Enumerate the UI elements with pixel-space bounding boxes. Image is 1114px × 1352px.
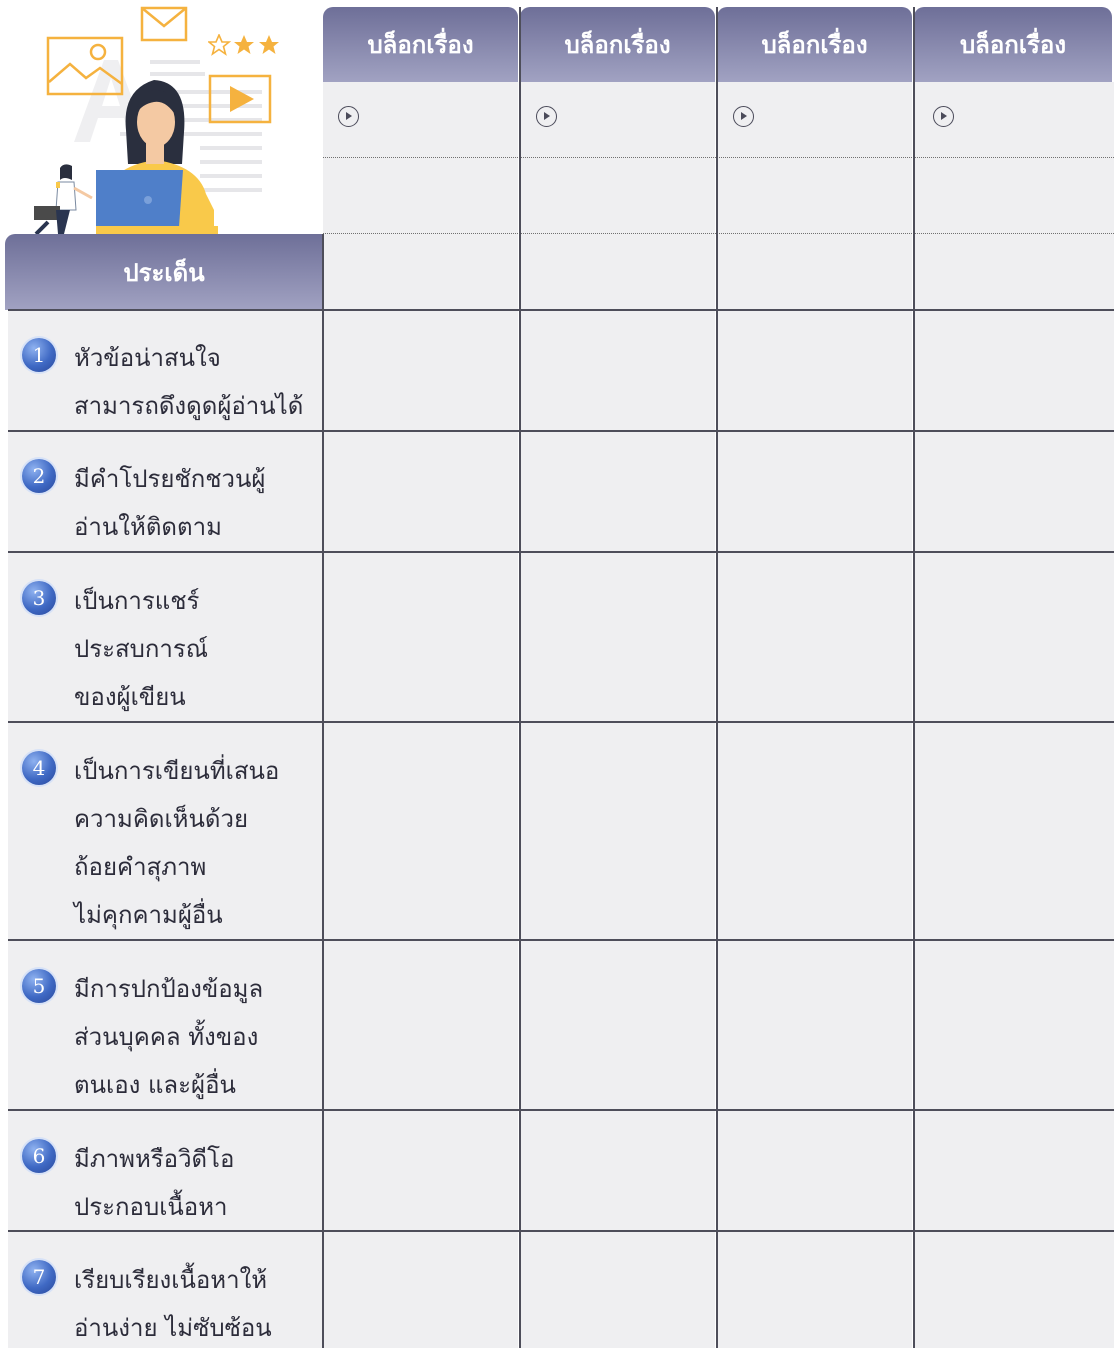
play-circle-icon[interactable]	[338, 106, 359, 127]
topic-number-badge: 6	[22, 1139, 56, 1173]
topic-row-7: เรียบเรียงเนื้อหาให้ อ่านง่าย ไม่ซับซ้อน	[74, 1256, 318, 1352]
blog-info-divider	[323, 157, 1114, 158]
topic-number-badge: 5	[22, 969, 56, 1003]
topic-text-line: เป็นการแชร์	[74, 587, 200, 615]
topic-text-line: ของผู้เขียน	[74, 683, 186, 711]
topic-row-2: มีคำโปรยชักชวนผู้ อ่านให้ติดตาม	[74, 455, 318, 551]
blog-header-4: บล็อกเรื่อง	[914, 7, 1112, 82]
topic-row-5: มีการปกป้องข้อมูล ส่วนบุคคล ทั้งของ ตนเอ…	[74, 965, 318, 1109]
play-circle-icon[interactable]	[733, 106, 754, 127]
grid-hline	[8, 721, 1114, 723]
blog-column-bg-2	[520, 82, 715, 1348]
blogger-illustration	[0, 0, 324, 234]
grid-vline	[519, 7, 521, 1348]
play-circle-icon[interactable]	[933, 106, 954, 127]
topic-row-3: เป็นการแชร์ ประสบการณ์ ของผู้เขียน	[74, 577, 318, 721]
blog-column-bg-3	[717, 82, 912, 1348]
grid-vline	[913, 7, 915, 1348]
blog-column-bg-4	[914, 82, 1114, 1348]
topic-text-line: ถ้อยคำสุภาพ	[74, 853, 207, 881]
topic-header: ประเด็น	[5, 234, 323, 310]
topic-number-badge: 4	[22, 751, 56, 785]
star-icon	[208, 34, 279, 56]
topic-text-line: หัวข้อน่าสนใจ	[74, 344, 221, 372]
envelope-icon	[140, 6, 188, 42]
topic-number-badge: 3	[22, 581, 56, 615]
small-woman-figure	[34, 164, 93, 234]
topic-text-line: ตนเอง และผู้อื่น	[74, 1071, 236, 1099]
topic-text-line: สามารถดึงดูดผู้อ่านได้	[74, 392, 304, 420]
topic-text-line: เรียบเรียงเนื้อหาให้	[74, 1266, 268, 1294]
topic-number-badge: 2	[22, 459, 56, 493]
blog-info-divider	[323, 233, 1114, 234]
topic-row-1: หัวข้อน่าสนใจ สามารถดึงดูดผู้อ่านได้	[74, 334, 318, 430]
blog-header-2: บล็อกเรื่อง	[520, 7, 715, 82]
grid-vline	[716, 7, 718, 1348]
topic-number-badge: 1	[22, 338, 56, 372]
topic-text-line: อ่านให้ติดตาม	[74, 513, 222, 541]
play-circle-icon[interactable]	[536, 106, 557, 127]
topic-number-badge: 7	[22, 1260, 56, 1294]
woman-with-laptop	[96, 80, 218, 234]
grid-hline	[8, 551, 1114, 553]
topic-text-line: ประกอบเนื้อหา	[74, 1193, 228, 1221]
grid-hline	[8, 430, 1114, 432]
blog-header-3: บล็อกเรื่อง	[717, 7, 912, 82]
grid-hline	[8, 1109, 1114, 1111]
topic-text-line: เป็นการเขียนที่เสนอ	[74, 757, 280, 785]
topic-text-line: อ่านง่าย ไม่ซับซ้อน	[74, 1314, 272, 1342]
topic-text-line: มีภาพหรือวิดีโอ	[74, 1145, 235, 1173]
grid-hline	[8, 939, 1114, 941]
topic-text-line: ไม่คุกคามผู้อื่น	[74, 901, 223, 929]
topic-text-line: ประสบการณ์	[74, 635, 209, 663]
topic-row-4: เป็นการเขียนที่เสนอ ความคิดเห็นด้วย ถ้อย…	[74, 747, 318, 939]
topic-text-line: ความคิดเห็นด้วย	[74, 805, 249, 833]
topic-text-line: ส่วนบุคคล ทั้งของ	[74, 1023, 259, 1051]
blog-column-bg-1	[323, 82, 518, 1348]
topic-row-6: มีภาพหรือวิดีโอ ประกอบเนื้อหา	[74, 1135, 318, 1231]
grid-vline	[322, 234, 324, 1348]
blog-header-1: บล็อกเรื่อง	[323, 7, 518, 82]
topic-text-line: มีคำโปรยชักชวนผู้	[74, 465, 266, 493]
topic-text-line: มีการปกป้องข้อมูล	[74, 975, 264, 1003]
grid-hline	[8, 309, 1114, 311]
